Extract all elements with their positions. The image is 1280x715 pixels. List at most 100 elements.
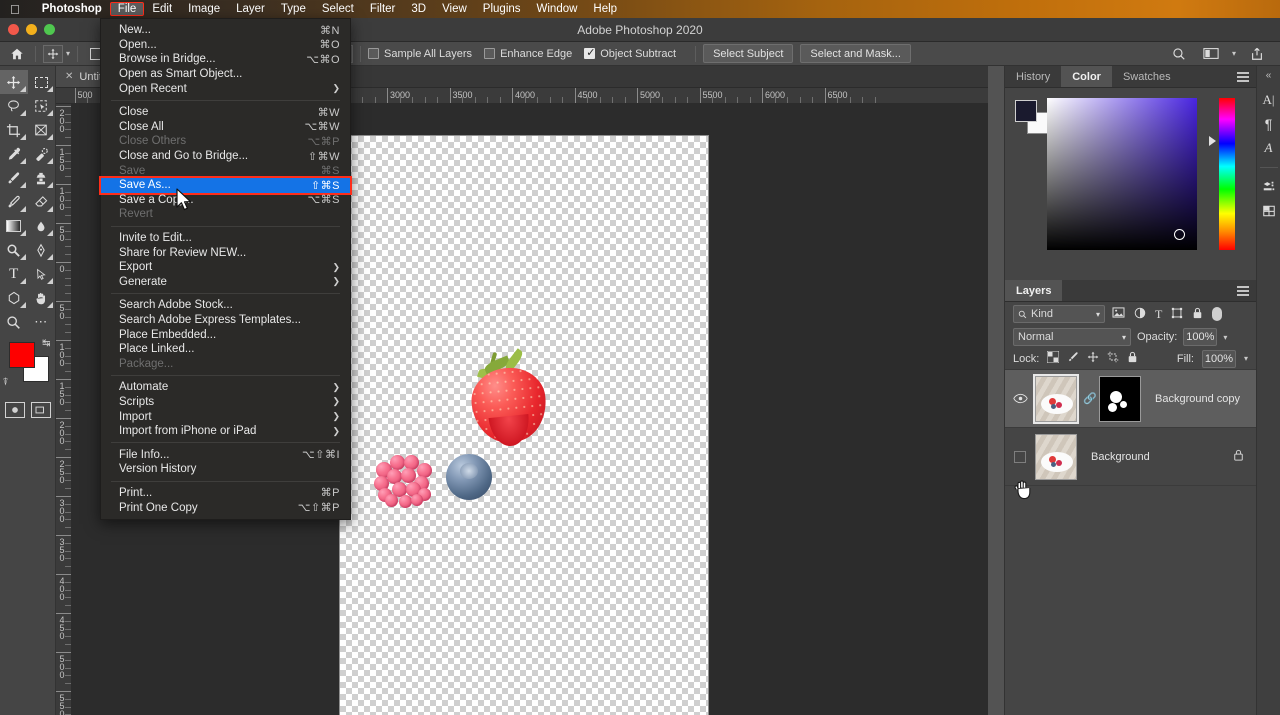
menu-3d[interactable]: 3D: [403, 2, 434, 16]
menu-edit[interactable]: Edit: [144, 2, 180, 16]
edit-toolbar-icon[interactable]: ⋯: [28, 310, 56, 334]
layer-name[interactable]: Background: [1091, 451, 1150, 463]
menu-filter[interactable]: Filter: [362, 2, 404, 16]
eye-icon-off[interactable]: [1011, 450, 1029, 463]
move-tool-icon[interactable]: [43, 44, 63, 63]
tab-layers[interactable]: Layers: [1005, 280, 1063, 301]
quick-mask-icon[interactable]: [4, 402, 25, 418]
pixel-layer-icon[interactable]: [1112, 307, 1125, 321]
minimize-window-button[interactable]: [26, 24, 37, 35]
color-field-marker[interactable]: [1174, 229, 1185, 240]
brush-tool[interactable]: [0, 166, 28, 190]
menu-window[interactable]: Window: [529, 2, 586, 16]
menu-item-open-as-smart-object[interactable]: Open as Smart Object...: [101, 67, 350, 82]
type-tool[interactable]: T: [0, 262, 28, 286]
enhance-edge-checkbox[interactable]: Enhance Edge: [484, 48, 572, 60]
menu-item-file-info[interactable]: File Info... ⌥⇧⌘I: [101, 447, 350, 462]
opacity-value[interactable]: 100%: [1183, 328, 1218, 346]
menu-image[interactable]: Image: [180, 2, 228, 16]
dodge-tool[interactable]: [0, 238, 28, 262]
zoom-tool[interactable]: [0, 310, 28, 334]
hue-slider[interactable]: [1219, 98, 1235, 250]
menu-photoshop[interactable]: Photoshop: [34, 2, 110, 16]
swap-colors-icon[interactable]: ↹: [42, 338, 50, 349]
gradient-tool[interactable]: [0, 214, 28, 238]
strawberry-object[interactable]: [468, 346, 550, 449]
tool-preset-picker[interactable]: ▾: [43, 44, 70, 63]
share-icon[interactable]: [1246, 44, 1268, 64]
clone-stamp-tool[interactable]: [28, 166, 56, 190]
menu-layer[interactable]: Layer: [228, 2, 273, 16]
foreground-color-swatch[interactable]: [1015, 100, 1037, 122]
collapse-panels-icon[interactable]: «: [1266, 70, 1272, 84]
3d-panel-icon[interactable]: [1258, 175, 1280, 199]
fill-value[interactable]: 100%: [1201, 349, 1236, 368]
panel-menu-icon[interactable]: [1237, 72, 1249, 84]
screen-mode-icon[interactable]: [30, 402, 51, 418]
color-field[interactable]: [1047, 98, 1197, 250]
path-selection-tool[interactable]: [28, 262, 56, 286]
blueberry-object[interactable]: [446, 454, 492, 500]
lock-position-icon[interactable]: [1087, 351, 1099, 366]
checkbox-box[interactable]: [484, 48, 496, 59]
checkbox-box-checked[interactable]: [584, 46, 595, 60]
checkbox-box[interactable]: [368, 48, 380, 59]
sample-all-layers-checkbox[interactable]: Sample All Layers: [368, 48, 472, 60]
layer-kind-filter[interactable]: Kind ▾: [1013, 305, 1105, 323]
menu-plugins[interactable]: Plugins: [475, 2, 529, 16]
menu-file[interactable]: File: [109, 2, 145, 16]
lock-all-icon[interactable]: [1127, 351, 1138, 366]
shape-layer-icon[interactable]: [1171, 307, 1183, 322]
tab-swatches[interactable]: Swatches: [1112, 66, 1182, 87]
history-brush-tool[interactable]: [0, 190, 28, 214]
menu-view[interactable]: View: [434, 2, 475, 16]
menu-item-close[interactable]: Close ⌘W: [101, 105, 350, 120]
chevron-down-icon[interactable]: ▾: [1244, 354, 1248, 363]
chevron-down-icon[interactable]: ▾: [1096, 310, 1100, 319]
eyedropper-tool[interactable]: [0, 142, 28, 166]
chevron-down-icon[interactable]: ▾: [66, 49, 70, 58]
chevron-down-icon[interactable]: ▾: [1122, 333, 1126, 342]
lock-icon[interactable]: [1233, 449, 1244, 464]
libraries-panel-icon[interactable]: [1258, 199, 1280, 223]
blend-mode-select[interactable]: Normal ▾: [1013, 328, 1131, 346]
home-icon[interactable]: [6, 44, 28, 64]
menu-item-automate[interactable]: Automate ❯: [101, 380, 350, 395]
chevron-down-icon[interactable]: ▾: [1232, 49, 1236, 58]
lock-image-pixels-icon[interactable]: [1067, 351, 1079, 366]
spot-healing-brush-tool[interactable]: [28, 142, 56, 166]
layer-name[interactable]: Background copy: [1155, 393, 1240, 405]
menu-item-invite-to-edit[interactable]: Invite to Edit...: [101, 231, 350, 246]
lock-artboard-icon[interactable]: [1107, 351, 1119, 366]
layer-thumbnail[interactable]: [1035, 433, 1077, 480]
crop-tool[interactable]: [0, 118, 28, 142]
menu-item-close-all[interactable]: Close All ⌥⌘W: [101, 120, 350, 135]
artboard[interactable]: [340, 136, 708, 715]
raspberry-object[interactable]: [370, 446, 436, 508]
smart-object-icon[interactable]: [1192, 307, 1203, 322]
menu-item-save-as[interactable]: Save As... ⇧⌘S: [99, 175, 352, 195]
layer-thumbnail[interactable]: [1033, 373, 1079, 424]
foreground-color-swatch[interactable]: [8, 342, 35, 368]
select-subject-button[interactable]: Select Subject: [703, 44, 794, 63]
close-window-button[interactable]: [8, 24, 19, 35]
shape-tool[interactable]: [0, 286, 28, 310]
character-panel-icon[interactable]: A|: [1258, 88, 1280, 112]
vertical-ruler[interactable]: 200 150 100 50 0 50 100 150 200 250 300 350 400 450 50…: [56, 104, 72, 715]
eye-icon[interactable]: [1011, 393, 1029, 404]
menu-item-open[interactable]: Open... ⌘O: [101, 38, 350, 53]
default-colors-icon[interactable]: ⍒: [3, 377, 9, 388]
maximize-window-button[interactable]: [44, 24, 55, 35]
menu-select[interactable]: Select: [314, 2, 362, 16]
object-subtract-checkbox[interactable]: Object Subtract: [584, 46, 676, 60]
menu-item-close-and-go-to-bridge[interactable]: Close and Go to Bridge... ⇧⌘W: [101, 149, 350, 164]
menu-item-share-for-review-new[interactable]: Share for Review NEW...: [101, 245, 350, 260]
panel-menu-icon[interactable]: [1237, 286, 1249, 298]
type-layer-icon[interactable]: T: [1155, 307, 1162, 322]
move-tool[interactable]: [0, 70, 28, 94]
menu-item-open-recent[interactable]: Open Recent ❯: [101, 81, 350, 96]
apple-icon[interactable]: : [10, 3, 20, 16]
layer-mask-thumbnail[interactable]: [1099, 375, 1141, 422]
search-icon[interactable]: [1168, 44, 1190, 64]
menu-item-place-linked[interactable]: Place Linked...: [101, 342, 350, 357]
